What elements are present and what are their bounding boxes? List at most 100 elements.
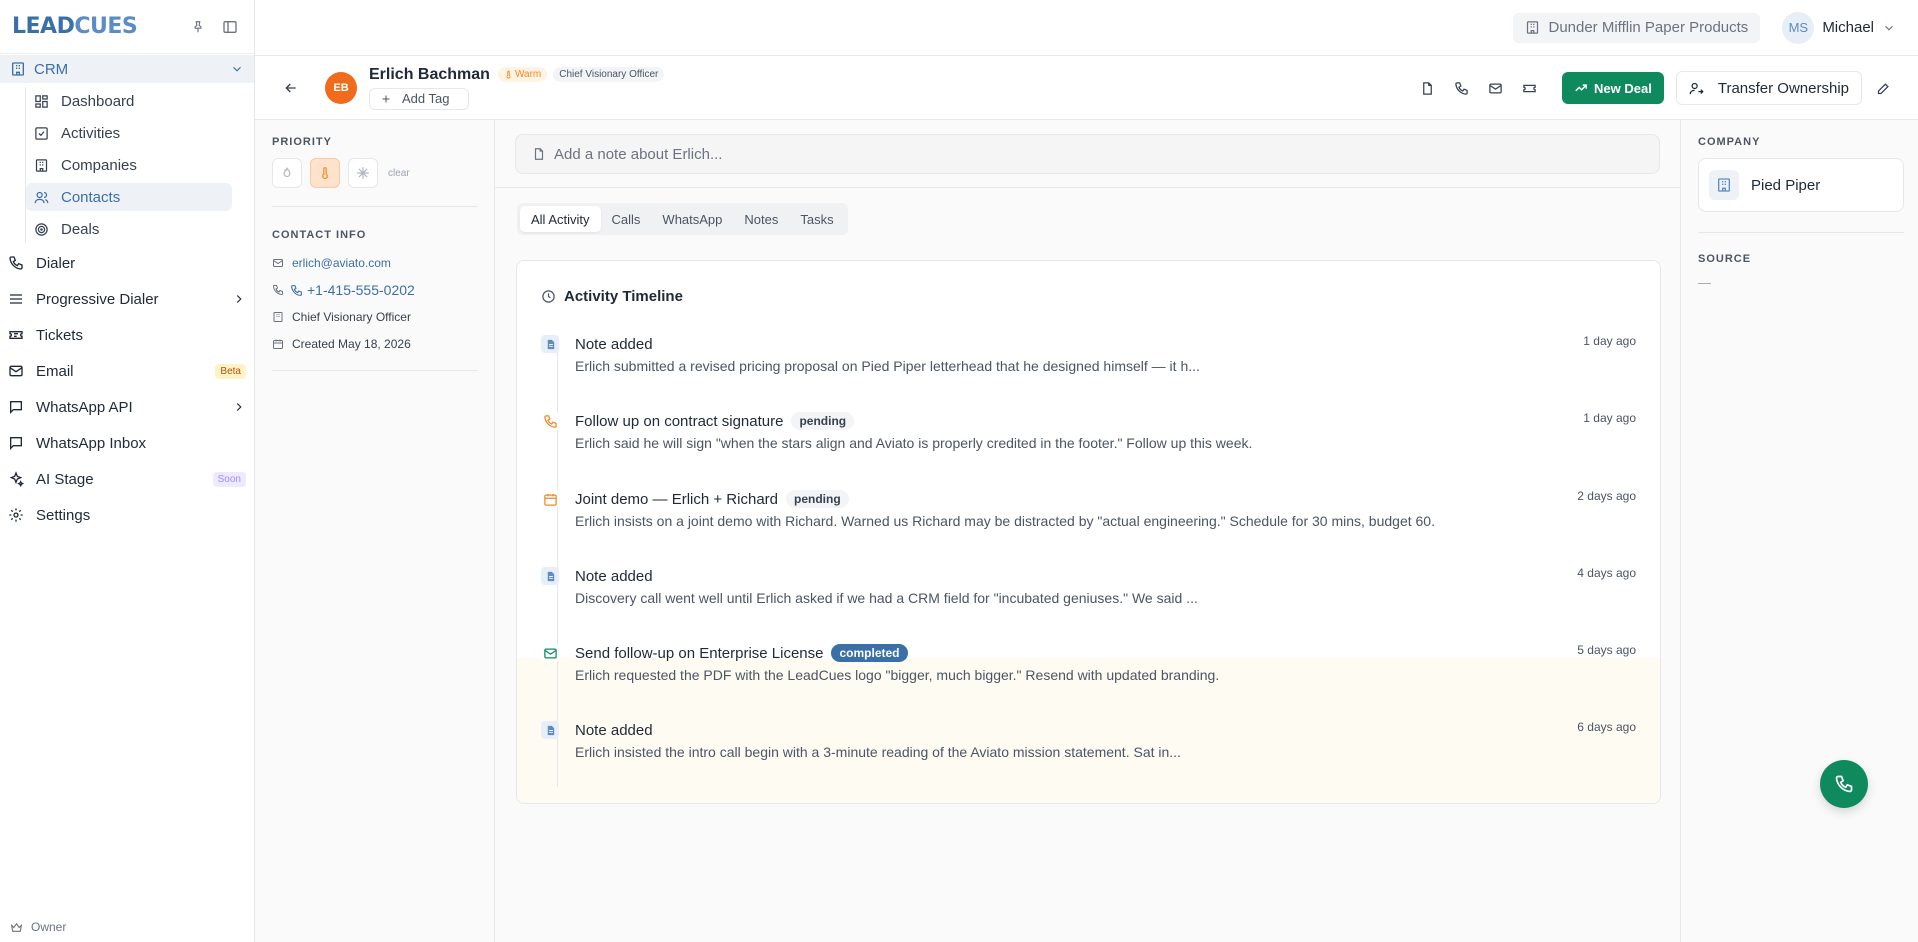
timeline-item-title-row: Send follow-up on Enterprise License com… — [575, 641, 908, 665]
transfer-ownership-label: Transfer Ownership — [1717, 79, 1849, 97]
file-icon — [534, 148, 544, 160]
sidebar-item-progressive-dialer[interactable]: Progressive Dialer — [0, 285, 254, 313]
clear-priority-button[interactable]: clear — [388, 168, 410, 179]
pin-icon[interactable] — [184, 13, 212, 41]
sidebar-item-settings[interactable]: Settings — [0, 501, 254, 529]
floating-call-button[interactable] — [1820, 760, 1868, 808]
note-input[interactable]: Add a note about Erlich... — [515, 134, 1660, 174]
top-bar: Dunder Mifflin Paper Products MS Michael — [255, 0, 1918, 56]
phone-icon — [1835, 775, 1853, 793]
snowflake-icon — [357, 167, 369, 179]
user-menu[interactable]: MS Michael — [1782, 11, 1896, 44]
divider — [272, 370, 478, 371]
contact-job-title-row: Chief Visionary Officer — [272, 309, 478, 325]
sidebar-item-label: Deals — [61, 220, 100, 238]
sidebar-item-email[interactable]: Email Beta — [0, 357, 254, 385]
note-icon — [541, 335, 559, 353]
building-icon — [1527, 21, 1539, 34]
timeline-item[interactable]: Note added Erlich insisted the intro cal… — [541, 718, 1636, 778]
tab-all-activity[interactable]: All Activity — [520, 206, 601, 232]
pencil-icon — [1877, 82, 1889, 94]
timeline-item[interactable]: Note added Erlich submitted a revised pr… — [541, 332, 1636, 392]
sidebar-item-whatsapp-inbox[interactable]: WhatsApp Inbox — [0, 429, 254, 457]
sidebar-item-tickets[interactable]: Tickets — [0, 321, 254, 349]
sidebar-item-label: CRM — [34, 60, 69, 78]
tab-whatsapp[interactable]: WhatsApp — [651, 206, 733, 232]
mail-icon — [1488, 83, 1502, 93]
note-placeholder: Add a note about Erlich... — [554, 145, 723, 163]
tab-notes[interactable]: Notes — [733, 206, 789, 232]
timeline-item-time: 5 days ago — [1577, 643, 1636, 657]
timeline-item[interactable]: Send follow-up on Enterprise License com… — [541, 641, 1636, 701]
status-badge: completed — [831, 644, 908, 662]
tab-calls[interactable]: Calls — [601, 206, 652, 232]
contact-phone-link[interactable]: +1-415-555-0202 — [272, 282, 478, 298]
role-indicator: Owner — [10, 920, 66, 934]
status-badge: pending — [791, 412, 855, 430]
company-card[interactable]: Pied Piper — [1698, 158, 1904, 212]
timeline-item[interactable]: Joint demo — Erlich + Richard pending Er… — [541, 487, 1636, 547]
add-tag-button[interactable]: Add Tag — [369, 87, 469, 110]
logo-row: LEADCUES — [0, 0, 254, 54]
timeline-item-description: Erlich requested the PDF with the LeadCu… — [575, 667, 1220, 683]
phone-call-icon — [291, 284, 302, 296]
ticket-button[interactable] — [1512, 71, 1546, 105]
priority-hot-button[interactable] — [272, 158, 302, 188]
contact-email: erlich@aviato.com — [292, 256, 391, 270]
timeline-item-title-row: Note added — [575, 332, 653, 356]
building-icon — [273, 312, 283, 322]
edit-contact-button[interactable] — [1868, 73, 1898, 103]
timeline-item-title: Follow up on contract signature — [575, 412, 784, 430]
mail-icon — [541, 644, 559, 662]
logo-text-b: CUES — [74, 14, 138, 39]
call-button[interactable] — [1444, 71, 1478, 105]
timeline-item-title: Note added — [575, 567, 653, 585]
sidebar-item-whatsapp-api[interactable]: WhatsApp API — [0, 393, 254, 421]
organization-switcher[interactable]: Dunder Mifflin Paper Products — [1513, 12, 1761, 43]
flame-icon — [283, 167, 291, 178]
chevron-down-icon — [1885, 25, 1893, 31]
sidebar-item-label: Tickets — [36, 326, 83, 344]
contact-email-link[interactable]: erlich@aviato.com — [272, 255, 478, 271]
sidebar-item-label: Dashboard — [61, 92, 135, 110]
sidebar-item-dashboard[interactable]: Dashboard — [26, 87, 232, 115]
checkbox-icon — [35, 126, 48, 140]
timeline-item[interactable]: Note added Discovery call went well unti… — [541, 564, 1636, 624]
timeline-item[interactable]: Follow up on contract signature pending … — [541, 409, 1636, 469]
email-button[interactable] — [1478, 71, 1512, 105]
thermometer-icon — [506, 70, 511, 79]
priority-warm-button[interactable] — [310, 158, 340, 188]
sidebar-item-contacts[interactable]: Contacts — [26, 183, 232, 211]
sidebar-item-dialer[interactable]: Dialer — [0, 249, 254, 277]
add-note-button[interactable] — [1410, 71, 1444, 105]
note-icon — [541, 721, 559, 739]
timeline-item-time: 2 days ago — [1577, 489, 1636, 503]
arrow-left-icon — [285, 83, 296, 92]
transfer-ownership-button[interactable]: Transfer Ownership — [1675, 71, 1862, 105]
ticket-icon — [1522, 84, 1536, 92]
phone-icon — [272, 285, 283, 296]
activity-panel: Add a note about Erlich... All Activity … — [495, 120, 1680, 942]
sidebar-item-label: AI Stage — [36, 470, 94, 488]
timeline-item-title-row: Joint demo — Erlich + Richard pending — [575, 487, 849, 511]
status-badge: pending — [786, 490, 849, 508]
priority-cold-button[interactable] — [348, 158, 378, 188]
temperature-label: Warm — [514, 69, 542, 80]
tab-tasks[interactable]: Tasks — [789, 206, 844, 232]
contact-name-row: Erlich Bachman Warm Chief Visionary Offi… — [369, 66, 665, 84]
sidebar-item-label: WhatsApp API — [36, 398, 133, 416]
app-logo[interactable]: LEADCUES — [12, 14, 180, 39]
sidebar-item-activities[interactable]: Activities — [26, 119, 232, 147]
sidebar-toggle-icon[interactable] — [216, 13, 244, 41]
file-icon — [1422, 81, 1432, 95]
new-deal-button[interactable]: New Deal — [1562, 72, 1664, 104]
priority-selector: clear — [272, 158, 478, 188]
beta-badge: Beta — [215, 363, 246, 379]
back-button[interactable] — [279, 76, 303, 100]
company-panel: COMPANY Pied Piper SOURCE — — [1680, 120, 1918, 942]
sidebar-item-companies[interactable]: Companies — [26, 151, 232, 179]
sidebar-item-deals[interactable]: Deals — [26, 215, 232, 243]
sidebar-item-crm[interactable]: CRM — [0, 55, 254, 83]
sidebar-item-ai-stage[interactable]: AI Stage Soon — [0, 465, 254, 493]
timeline-item-title: Send follow-up on Enterprise License — [575, 644, 824, 662]
